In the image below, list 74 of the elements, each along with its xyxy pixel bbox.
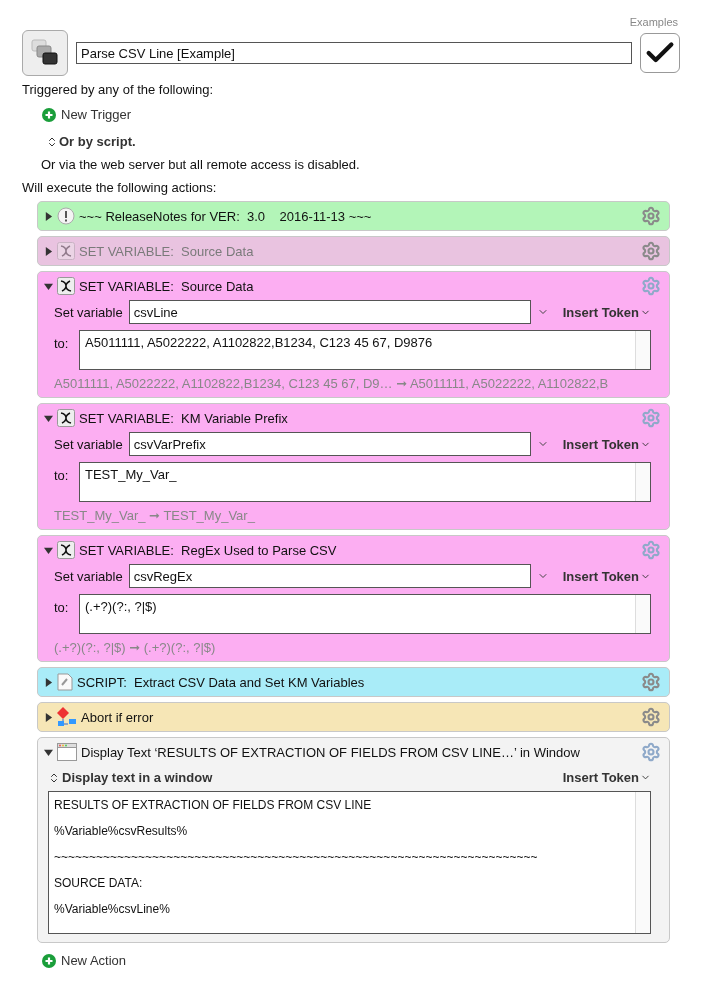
action-title: SET VARIABLE: KM Variable Prefix (79, 410, 289, 426)
action-title: Abort if error (81, 709, 155, 725)
document-icon (57, 673, 73, 691)
text-line: SOURCE DATA: (54, 876, 144, 890)
settings-icon[interactable] (641, 408, 661, 428)
field-label: to: (54, 336, 70, 351)
text-line: %Variable%csvLine% (54, 902, 171, 916)
value-field[interactable]: A5011111, A5022222, A1102822,B1234, C123 45 67, D9876 (79, 330, 651, 370)
field-label: to: (54, 468, 70, 483)
insert-token-button[interactable]: Insert Token (562, 304, 651, 320)
macro-name-field[interactable]: Parse CSV Line [Example] (76, 42, 632, 64)
display-mode-popup[interactable]: Display text in a window (48, 770, 213, 785)
disclosure-triangle-icon[interactable] (44, 712, 53, 722)
macro-icon[interactable] (22, 30, 68, 76)
text-line: RESULTS OF EXTRACTION OF FIELDS FROM CSV LINE (54, 798, 373, 812)
up-down-chevron-icon (46, 135, 58, 148)
value-field[interactable]: (.+?)(?:, ?|$) (79, 594, 651, 634)
settings-icon[interactable] (641, 707, 661, 727)
variable-field[interactable]: csvVarPrefix (128, 432, 531, 456)
section-heading: Triggered by any of the following: (22, 82, 213, 97)
settings-icon[interactable] (641, 540, 661, 560)
disclosure-triangle-icon[interactable] (44, 677, 53, 687)
text-field[interactable]: RESULTS OF EXTRACTION OF FIELDS FROM CSV LINE %Variable%csvResults% ~~~~~~~~~~~~~~~~~~~~~~~~~~~~~~~~~~~~~~~~~~~~~~~~~~~~~~~~~~~~~~~~~~~~~ SOURCE DATA: %Variable%csvLine% (48, 791, 651, 934)
insert-token-button[interactable]: Insert Token (562, 770, 651, 785)
field-label: Set variable (54, 304, 123, 320)
new-trigger-link[interactable]: New Trigger (42, 107, 132, 122)
settings-icon[interactable] (641, 206, 661, 226)
variable-icon (57, 242, 75, 260)
up-down-chevron-icon (48, 771, 60, 784)
disclosure-triangle-icon[interactable] (44, 211, 53, 221)
variable-icon (57, 409, 75, 427)
web-server-note: Or via the web server but all remote access is disabled. (41, 157, 360, 172)
scrollbar[interactable] (635, 595, 650, 633)
add-icon (42, 953, 56, 968)
value-preview: TEST_My_Var_ ➞ TEST_My_Var_ (54, 508, 256, 523)
text-line: %Variable%csvResults% (54, 824, 189, 838)
variable-field[interactable]: csvLine (128, 300, 531, 324)
variable-field[interactable]: csvRegEx (128, 564, 531, 588)
new-action-link[interactable]: New Action (42, 953, 127, 968)
action-title: ~~~ ReleaseNotes for VER: 3.0 2016-11-13 ~~~ (79, 208, 373, 224)
disclosure-triangle-icon[interactable] (44, 747, 53, 757)
value-field[interactable]: TEST_My_Var_ (79, 462, 651, 502)
variable-icon (57, 277, 75, 295)
section-heading: Will execute the following actions: (22, 180, 217, 195)
field-label: Set variable (54, 568, 123, 584)
insert-token-button[interactable]: Insert Token (562, 436, 651, 452)
enabled-checkbox[interactable] (640, 33, 680, 73)
value-preview: (.+?)(?:, ?|$) ➞ (.+?)(?:, ?|$) (54, 640, 217, 655)
action-title: SET VARIABLE: Source Data (79, 278, 255, 294)
settings-icon[interactable] (641, 742, 661, 762)
disclosure-triangle-icon[interactable] (44, 413, 53, 423)
value-preview: A5011111, A5022222, A1102822,B1234, C123 45 67, D9… ➞ A5011111, A5022222, A1102822,B (54, 376, 610, 391)
scrollbar[interactable] (635, 331, 650, 369)
settings-icon[interactable] (641, 276, 661, 296)
action-title: SCRIPT: Extract CSV Data and Set KM Variables (77, 674, 366, 690)
action-title: Display Text ‘RESULTS OF EXTRACTION OF FIELDS FROM CSV LINE…’ in Window (81, 744, 581, 760)
settings-icon[interactable] (641, 672, 661, 692)
disclosure-triangle-icon[interactable] (44, 281, 53, 291)
group-label: Examples (628, 16, 678, 28)
disclosure-triangle-icon[interactable] (44, 545, 53, 555)
field-label: Set variable (54, 436, 123, 452)
field-label: to: (54, 600, 70, 615)
insert-token-button[interactable]: Insert Token (562, 568, 651, 584)
scrollbar[interactable] (635, 792, 650, 933)
action-title: SET VARIABLE: Source Data (79, 243, 255, 259)
add-icon (42, 107, 56, 122)
text-line: ~~~~~~~~~~~~~~~~~~~~~~~~~~~~~~~~~~~~~~~~~~~~~~~~~~~~~~~~~~~~~~~~~~~~~ (54, 850, 539, 864)
exclamation-icon (57, 207, 75, 225)
window-icon (57, 743, 77, 761)
action-title: SET VARIABLE: RegEx Used to Parse CSV (79, 542, 338, 558)
flowchart-icon (57, 707, 77, 727)
trigger-popup[interactable]: Or by script. (46, 134, 136, 149)
variable-icon (57, 541, 75, 559)
scrollbar[interactable] (635, 463, 650, 501)
